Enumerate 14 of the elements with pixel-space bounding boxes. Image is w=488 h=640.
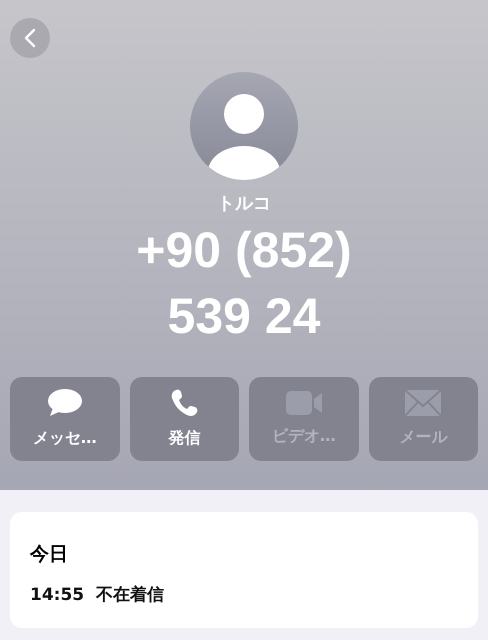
speech-bubble-icon (46, 388, 83, 418)
video-camera-icon (284, 390, 323, 416)
call-time: 14:55 (30, 584, 84, 606)
phone-button[interactable]: 発信 (130, 377, 239, 461)
avatar-icon (190, 72, 298, 180)
phone-icon (169, 388, 200, 418)
back-button[interactable] (10, 18, 50, 58)
chevron-left-icon (24, 28, 36, 48)
day-heading: 今日 (30, 542, 69, 567)
message-button[interactable]: メッセ… (10, 377, 120, 461)
contact-name: トルコ (216, 192, 272, 216)
envelope-icon (404, 389, 442, 417)
phone-number: +90 (852) 539 24 (135, 221, 353, 346)
call-type: 不在着信 (96, 584, 164, 606)
